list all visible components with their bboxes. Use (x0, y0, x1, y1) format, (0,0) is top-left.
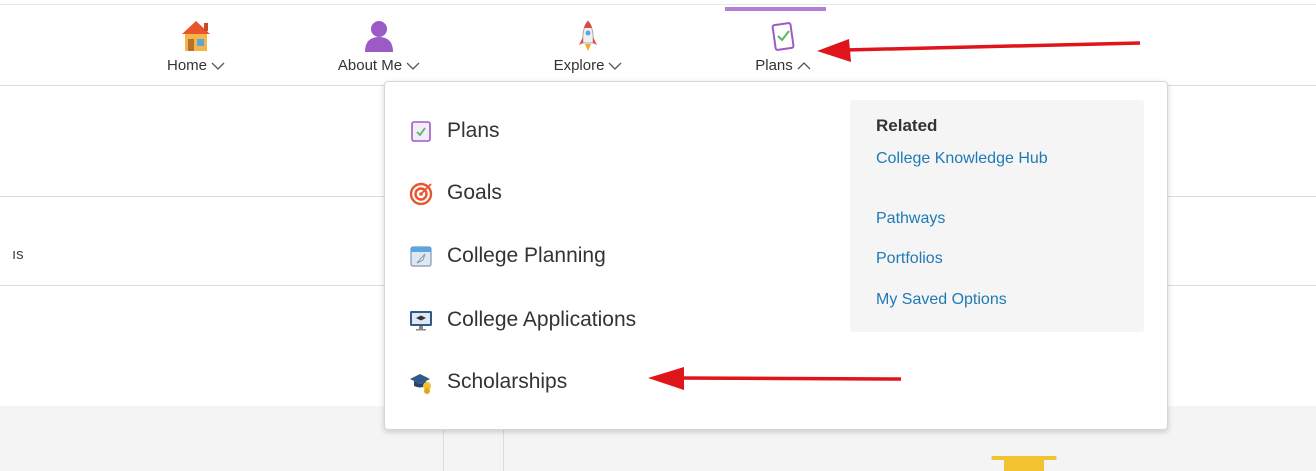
person-icon (365, 21, 393, 52)
nav-about-me-label: About Me (337, 57, 403, 74)
divider (1166, 85, 1316, 86)
main-nav: Home About Me Explore Plans (0, 5, 1316, 85)
divider (0, 85, 384, 86)
nav-home[interactable]: Home (148, 5, 244, 85)
truncated-text: ıs (12, 246, 24, 263)
chevron-down-icon (608, 62, 622, 70)
rocket-icon (579, 20, 597, 51)
clipboard-icon (771, 22, 795, 51)
menu-item-college-applications[interactable]: College Applications (409, 302, 636, 338)
monitor-icon (410, 311, 432, 331)
target-icon (409, 182, 433, 205)
menu-item-goals[interactable]: Goals (409, 175, 502, 211)
related-panel: Related College Knowledge Hub Pathways P… (850, 100, 1144, 332)
menu-item-label: Plans (447, 119, 500, 142)
graduation-cap-icon (410, 374, 431, 394)
calendar-icon (410, 246, 432, 267)
menu-item-label: College Applications (447, 308, 637, 331)
menu-item-label: Scholarships (447, 370, 568, 393)
clipboard-icon (411, 121, 431, 142)
plans-dropdown-menu: Plans Goals College Planning College App… (384, 81, 1168, 430)
chevron-down-icon (406, 62, 420, 70)
trophy-icon (991, 456, 1057, 471)
nav-explore-label: Explore (553, 57, 605, 74)
nav-plans[interactable]: Plans (740, 5, 826, 85)
related-link-portfolios[interactable]: Portfolios (876, 250, 1106, 268)
house-icon (182, 21, 210, 51)
chevron-up-icon (797, 62, 811, 70)
chevron-down-icon (211, 62, 225, 70)
nav-plans-label: Plans (755, 57, 793, 74)
menu-item-plans[interactable]: Plans (409, 113, 500, 149)
menu-item-college-planning[interactable]: College Planning (409, 238, 606, 274)
nav-explore[interactable]: Explore (536, 5, 640, 85)
related-link-college-knowledge-hub[interactable]: College Knowledge Hub (876, 150, 1106, 168)
menu-item-label: College Planning (447, 244, 606, 267)
menu-item-scholarships[interactable]: Scholarships (409, 364, 567, 400)
menu-item-label: Goals (447, 181, 502, 204)
nav-home-label: Home (166, 57, 207, 74)
related-link-my-saved-options[interactable]: My Saved Options (876, 291, 1106, 309)
related-title: Related (876, 116, 938, 135)
nav-about-me[interactable]: About Me (328, 5, 430, 85)
related-link-pathways[interactable]: Pathways (876, 210, 1106, 228)
